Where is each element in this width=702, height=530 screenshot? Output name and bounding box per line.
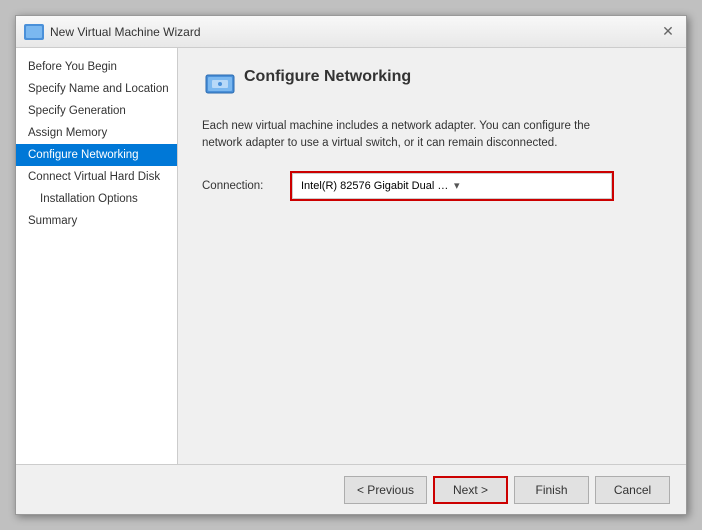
- main-panel: Configure Networking Each new virtual ma…: [178, 48, 686, 464]
- connection-value: Intel(R) 82576 Gigabit Dual Port Network…: [301, 180, 450, 192]
- wizard-window: New Virtual Machine Wizard ✕ Before You …: [15, 15, 687, 515]
- page-header: Configure Networking: [202, 68, 662, 102]
- sidebar-item-specify-name[interactable]: Specify Name and Location: [16, 78, 177, 100]
- sidebar-item-assign-memory[interactable]: Assign Memory: [16, 122, 177, 144]
- page-title: Configure Networking: [244, 68, 411, 86]
- sidebar: Before You Begin Specify Name and Locati…: [16, 48, 178, 464]
- title-bar: New Virtual Machine Wizard ✕: [16, 16, 686, 48]
- previous-button[interactable]: < Previous: [344, 476, 427, 504]
- sidebar-item-specify-generation[interactable]: Specify Generation: [16, 100, 177, 122]
- sidebar-item-summary[interactable]: Summary: [16, 210, 177, 232]
- next-button[interactable]: Next >: [433, 476, 508, 504]
- sidebar-item-installation-options[interactable]: Installation Options: [16, 188, 177, 210]
- window-icon: [24, 24, 44, 40]
- page-description: Each new virtual machine includes a netw…: [202, 118, 622, 153]
- close-button[interactable]: ✕: [658, 22, 678, 42]
- cancel-button[interactable]: Cancel: [595, 476, 670, 504]
- sidebar-item-connect-vhd[interactable]: Connect Virtual Hard Disk: [16, 166, 177, 188]
- sidebar-item-configure-networking[interactable]: Configure Networking: [16, 144, 177, 166]
- dropdown-arrow-icon: ▾: [454, 179, 603, 192]
- connection-label: Connection:: [202, 180, 282, 192]
- sidebar-item-before-you-begin[interactable]: Before You Begin: [16, 56, 177, 78]
- content-area: Before You Begin Specify Name and Locati…: [16, 48, 686, 464]
- connection-dropdown[interactable]: Intel(R) 82576 Gigabit Dual Port Network…: [292, 173, 612, 199]
- title-bar-left: New Virtual Machine Wizard: [24, 24, 201, 40]
- configure-networking-icon: [202, 71, 238, 99]
- finish-button[interactable]: Finish: [514, 476, 589, 504]
- connection-field-row: Connection: Intel(R) 82576 Gigabit Dual …: [202, 173, 662, 199]
- footer: < Previous Next > Finish Cancel: [16, 464, 686, 514]
- window-title: New Virtual Machine Wizard: [50, 25, 201, 39]
